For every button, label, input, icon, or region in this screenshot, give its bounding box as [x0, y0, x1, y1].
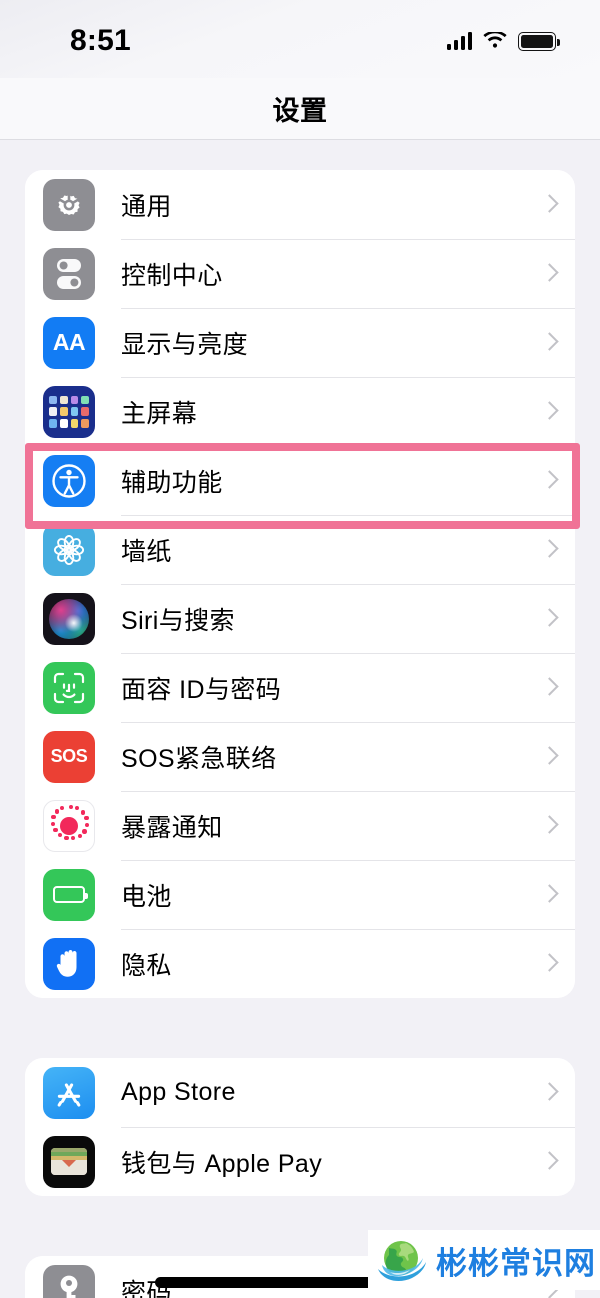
settings-row-siri-search[interactable]: Siri与搜索 [25, 584, 575, 653]
settings-row-label: 隐私 [121, 951, 172, 980]
settings-row-label: 辅助功能 [121, 468, 223, 497]
settings-row-label: SOS紧急联络 [121, 744, 277, 773]
settings-list: 通用 控制中心 AA 显示与亮度 主屏幕 辅助功能 墙纸 Siri与搜索 面容 … [0, 140, 600, 1298]
chevron-right-icon [542, 539, 555, 561]
cellular-signal-icon [446, 32, 472, 50]
wifi-icon [483, 32, 507, 48]
face-id-icon [43, 661, 95, 714]
status-bar: 8:51 [0, 0, 600, 78]
chevron-right-icon [542, 746, 555, 768]
settings-row-wallet-apple-pay[interactable]: 钱包与 Apple Pay [25, 1127, 575, 1196]
chevron-right-icon [542, 194, 555, 216]
settings-group-system: 通用 控制中心 AA 显示与亮度 主屏幕 辅助功能 墙纸 Siri与搜索 面容 … [25, 170, 575, 998]
settings-row-label: 控制中心 [121, 261, 223, 290]
chevron-right-icon [542, 1082, 555, 1104]
globe-icon [378, 1241, 426, 1281]
status-bar-time: 8:51 [70, 24, 131, 57]
settings-row-label: App Store [121, 1078, 236, 1106]
settings-row-face-id-passcode[interactable]: 面容 ID与密码 [25, 653, 575, 722]
status-bar-icons [446, 31, 560, 51]
wallet-icon [43, 1135, 95, 1188]
settings-row-privacy[interactable]: 隐私 [25, 929, 575, 998]
battery-icon [43, 868, 95, 921]
settings-row-label: 电池 [121, 882, 172, 911]
app-store-icon [43, 1066, 95, 1119]
settings-row-label: 通用 [121, 192, 172, 221]
gear-icon [43, 178, 95, 231]
exposure-notification-icon [43, 799, 95, 852]
chevron-right-icon [542, 677, 555, 699]
sos-glyph: SOS [50, 746, 88, 766]
watermark: 彬彬常识网 [368, 1230, 600, 1290]
siri-icon [43, 592, 95, 645]
accessibility-icon [43, 454, 95, 507]
settings-row-display-brightness[interactable]: AA 显示与亮度 [25, 308, 575, 377]
control-center-icon [43, 247, 95, 300]
settings-row-label: 面容 ID与密码 [121, 675, 282, 704]
settings-row-accessibility[interactable]: 辅助功能 [25, 446, 575, 515]
chevron-right-icon [542, 263, 555, 285]
chevron-right-icon [542, 608, 555, 630]
home-screen-icon [43, 385, 95, 438]
passwords-key-icon [43, 1264, 95, 1298]
settings-row-battery[interactable]: 电池 [25, 860, 575, 929]
settings-row-control-center[interactable]: 控制中心 [25, 239, 575, 308]
chevron-right-icon [542, 815, 555, 837]
settings-row-general[interactable]: 通用 [25, 170, 575, 239]
chevron-right-icon [542, 1151, 555, 1173]
watermark-text: 彬彬常识网 [436, 1245, 596, 1282]
aa-glyph: AA [52, 329, 86, 355]
chevron-right-icon [542, 953, 555, 975]
settings-row-wallpaper[interactable]: 墙纸 [25, 515, 575, 584]
chevron-right-icon [542, 470, 555, 492]
settings-row-label: 暴露通知 [121, 813, 223, 842]
settings-row-label: 主屏幕 [121, 399, 198, 428]
navigation-bar: 设置 [0, 78, 600, 140]
sos-icon: SOS [43, 730, 95, 783]
settings-row-label: 钱包与 Apple Pay [121, 1149, 323, 1178]
display-brightness-icon: AA [43, 316, 95, 369]
wallpaper-icon [43, 523, 95, 576]
battery-full-icon [518, 31, 560, 51]
page-title: 设置 [272, 96, 328, 126]
chevron-right-icon [542, 884, 555, 906]
settings-row-label: Siri与搜索 [121, 606, 235, 635]
chevron-right-icon [542, 332, 555, 354]
settings-group-store: App Store 钱包与 Apple Pay [25, 1058, 575, 1196]
settings-row-emergency-sos[interactable]: SOS SOS紧急联络 [25, 722, 575, 791]
chevron-right-icon [542, 401, 555, 423]
settings-row-home-screen[interactable]: 主屏幕 [25, 377, 575, 446]
privacy-hand-icon [43, 937, 95, 990]
settings-row-exposure-notifications[interactable]: 暴露通知 [25, 791, 575, 860]
settings-row-app-store[interactable]: App Store [25, 1058, 575, 1127]
settings-row-label: 显示与亮度 [121, 330, 249, 359]
settings-row-label: 墙纸 [121, 537, 172, 566]
